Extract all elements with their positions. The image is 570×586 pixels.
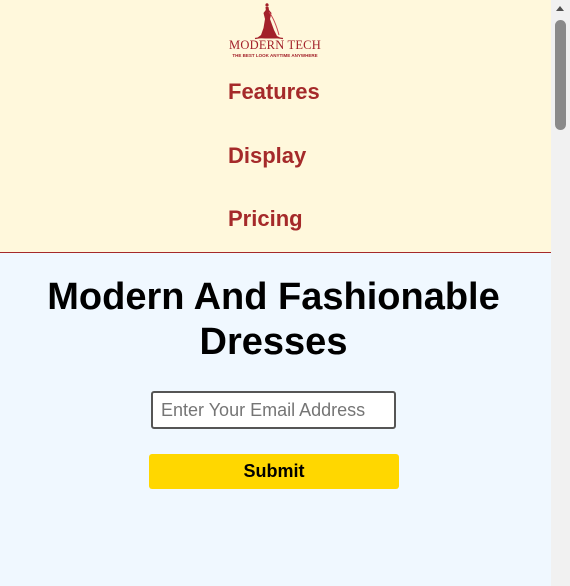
submit-button[interactable]: Submit [149, 454, 399, 489]
nav-link-pricing[interactable]: Pricing [228, 206, 303, 232]
vertical-scrollbar[interactable] [551, 0, 570, 586]
nav-link-display[interactable]: Display [228, 143, 306, 169]
nav-link-features[interactable]: Features [228, 79, 320, 105]
scrollbar-thumb[interactable] [555, 20, 566, 130]
scroll-up-arrow-icon[interactable] [556, 6, 564, 11]
logo-title: MODERN TECH [229, 38, 321, 52]
logo[interactable]: MODERN TECH THE BEST LOOK ANYTIME ANYWHE… [219, 0, 331, 64]
logo-tagline: THE BEST LOOK ANYTIME ANYWHERE [232, 53, 318, 58]
email-input[interactable] [151, 391, 396, 429]
dress-icon [254, 3, 284, 40]
site-header: MODERN TECH THE BEST LOOK ANYTIME ANYWHE… [0, 0, 551, 253]
page-viewport: MODERN TECH THE BEST LOOK ANYTIME ANYWHE… [0, 0, 551, 586]
hero-title: Modern And Fashionable Dresses [47, 276, 500, 363]
